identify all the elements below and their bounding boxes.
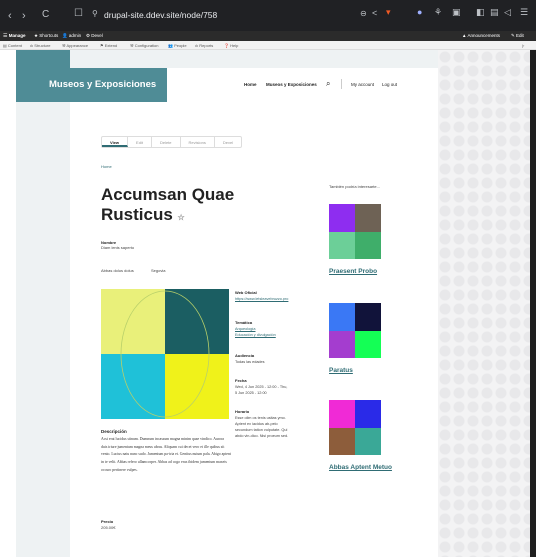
audiencia-label: Audiencia (235, 353, 255, 358)
devel-tab[interactable]: ⚙ Devel (86, 31, 103, 41)
star-icon[interactable]: ☆ (178, 213, 185, 222)
audiencia-value: Todas las edades (235, 360, 265, 364)
descripcion-text: Acsi erat lucidus stinum. Dumnum incassu… (101, 437, 231, 472)
tematica-link[interactable]: Arqueología (235, 327, 255, 331)
menu-extend[interactable]: ⚑ Extend (100, 41, 117, 50)
panel-icon[interactable]: ◧ (476, 7, 485, 18)
site-name[interactable]: Museos y Exposiciones (16, 68, 167, 102)
search-icon[interactable]: ⌕ (326, 79, 330, 89)
breadcrumb[interactable]: Home (101, 164, 112, 170)
horario-label: Horario (235, 409, 250, 414)
fecha-field: Fecha Wed, 4 Jun 2025 - 12:00 - Thu, 5 J… (235, 378, 290, 396)
precio-label: Precio (101, 519, 114, 524)
related-image[interactable] (329, 400, 381, 455)
menu-configuration[interactable]: ⚒ Configuration (130, 41, 159, 50)
nav-logout[interactable]: Log out (382, 82, 397, 87)
tab-devel[interactable]: Devel (215, 137, 241, 147)
bookmark-icon[interactable]: ☐ (74, 8, 83, 19)
nav-divider (341, 79, 342, 89)
main-left-strip (16, 50, 70, 557)
tab-revisions[interactable]: Revisions (181, 137, 215, 147)
announcements-tab[interactable]: ▲ Announcements (462, 31, 500, 41)
meta-category: Abbas dolus dolus (101, 268, 134, 273)
background-pattern (438, 50, 536, 557)
related-title[interactable]: Praesent Probo (329, 268, 377, 275)
edit-tab[interactable]: ✎ Edit (511, 31, 524, 41)
tab-view[interactable]: View (102, 137, 129, 147)
nombre-value: Diam lenis saperto (101, 245, 135, 250)
related-title[interactable]: Paratus (329, 367, 353, 374)
admin-toolbar: ☰ Manage ★ Shortcuts 👤 admin ⚙ Devel ▲ A… (0, 31, 536, 41)
nav-museos[interactable]: Museos y Exposiciones (266, 82, 317, 87)
forward-icon[interactable]: › (22, 10, 26, 22)
page-title: Accumsan Quae Rusticus ☆ (101, 185, 235, 224)
menu-people[interactable]: 👥 People (168, 41, 187, 50)
related-image[interactable] (329, 303, 381, 358)
sidebar-icon[interactable]: ▣ (452, 7, 461, 18)
menu-content[interactable]: ▤ Content (3, 41, 22, 50)
hero-ellipse (120, 290, 210, 418)
menu-appearance[interactable]: ⚒ Appearance (62, 41, 88, 50)
related-image[interactable] (329, 204, 381, 259)
share-icon[interactable]: < (372, 8, 377, 18)
address-bar[interactable]: drupal-site.ddev.site/node/758 (104, 9, 404, 22)
menu-structure[interactable]: ılı Structure (30, 41, 50, 50)
web-link[interactable]: https://www.letsleavebruzzo.pro (235, 297, 288, 301)
hero-image (101, 289, 229, 419)
manage-tab[interactable]: ☰ Manage (3, 31, 26, 41)
site-info-icon[interactable]: ⚲ (92, 9, 98, 18)
menu-icon[interactable]: ☰ (520, 7, 528, 18)
back-icon[interactable]: ‹ (8, 10, 12, 22)
brave-shield-icon[interactable]: ▾ (386, 7, 391, 18)
horario-value: Esse olim os tenis usitas ymo. Aptent ex… (235, 416, 289, 438)
tematica-label: Temática (235, 320, 253, 325)
nav-home[interactable]: Home (244, 82, 257, 87)
local-tasks: View Edit Delete Revisions Devel (101, 136, 243, 148)
browser-chrome: ‹ › C ☐ ⚲ drupal-site.ddev.site/node/758… (0, 0, 536, 31)
web-label: Web Oficial (235, 290, 257, 295)
fecha-value: Wed, 4 Jun 2025 - 12:00 - Thu, 5 Jun 202… (235, 385, 288, 395)
puzzle-icon[interactable]: ⚘ (434, 7, 442, 18)
menu-help[interactable]: ❓ Help (224, 41, 238, 50)
nav-my-account[interactable]: My account (351, 82, 374, 87)
related-title[interactable]: Abbas Aptent Metuo (329, 464, 392, 471)
tematica-link[interactable]: Educación y divulgación (235, 333, 276, 337)
user-tab[interactable]: 👤 admin (62, 31, 81, 41)
related-heading: También podría interesarte... (329, 184, 380, 189)
tray-orientation-icon[interactable]: |› (522, 41, 524, 50)
shortcuts-tab[interactable]: ★ Shortcuts (34, 31, 58, 41)
tab-delete[interactable]: Delete (152, 137, 181, 147)
meta-city: Segovia (151, 268, 166, 273)
scrollbar[interactable] (530, 50, 536, 557)
web-field: Web Oficial https://www.letsleavebruzzo.… (235, 290, 290, 302)
tematica-field: Temática Arqueología Educación y divulga… (235, 320, 290, 338)
tab-edit[interactable]: Edit (128, 137, 152, 147)
extension-icon[interactable]: ● (417, 7, 422, 17)
zoom-icon[interactable]: ⊖ (360, 9, 367, 18)
header-top-strip (16, 50, 438, 68)
fecha-label: Fecha (235, 378, 247, 383)
precio-value: 205.00€ (101, 525, 116, 530)
horario-field: Horario Esse olim os tenis usitas ymo. A… (235, 409, 290, 439)
admin-tray: ▤ Content ılı Structure ⚒ Appearance ⚑ E… (0, 41, 536, 50)
wallet-icon[interactable]: ▤ (490, 7, 499, 18)
reload-icon[interactable]: C (42, 9, 49, 20)
descripcion-label: Descripción (101, 429, 127, 434)
rewards-icon[interactable]: ◁ (504, 7, 511, 18)
audiencia-field: Audiencia Todas las edades (235, 353, 290, 365)
menu-reports[interactable]: ılı Reports (195, 41, 213, 50)
